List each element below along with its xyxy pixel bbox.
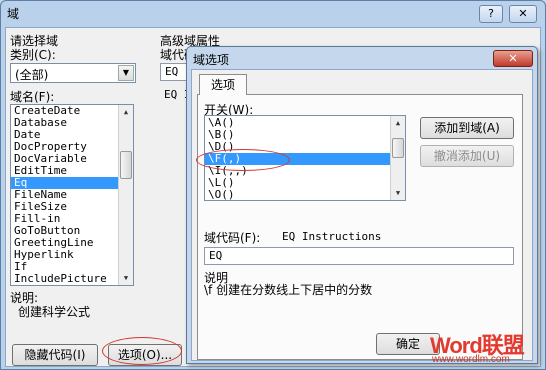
scroll-up-icon[interactable]: ▲ [391,116,405,130]
field-names-label: 域名(F): [10,90,55,104]
field-name-item[interactable]: EditTime [11,165,133,177]
options-description-text: \f 创建在分数线上下居中的分数 [204,283,373,297]
wordlm-url: www.wordlm.com [432,354,510,365]
hide-codes-button[interactable]: 隐藏代码(I) [12,344,98,366]
scroll-down-icon[interactable]: ▼ [119,271,133,285]
options-highlight-oval [102,337,182,365]
category-select[interactable]: (全部) ▼ [10,63,136,83]
field-names-items: CreateDate Database Date DocProperty DocVari… [11,105,133,285]
options-field-code-input[interactable]: EQ [204,247,514,265]
switch-item[interactable]: \A() [205,117,405,129]
scroll-thumb[interactable] [120,151,132,179]
field-list-scrollbar[interactable]: ▲ ▼ [118,105,133,285]
switch-highlight-oval [196,149,290,171]
field-names-list[interactable]: CreateDate Database Date DocProperty DocVari… [10,104,134,286]
scroll-thumb[interactable] [392,138,404,158]
category-label: 类别(C): [10,48,56,62]
chevron-down-icon[interactable]: ▼ [118,65,134,81]
switch-list-scrollbar[interactable]: ▲ ▼ [390,116,405,200]
options-tab-page: 开关(W): \A() \B() \D() \F(,) \I(,,) \L() \O() ▲… [197,94,523,360]
field-options-dialog: 域选项 ✕ 选项 开关(W): \A() \B() \D() \F(,) \I(,,) \… [186,46,538,364]
help-button[interactable]: ? [479,5,503,23]
undo-add-button[interactable]: 撤消添加(U) [420,145,514,167]
field-code-hint: EQ Instructions [282,230,382,243]
switch-item[interactable]: \L() [205,177,405,189]
field-name-item[interactable]: IncludePicture [11,273,133,285]
category-value: (全部) [15,68,49,82]
options-close-button[interactable]: ✕ [493,50,533,67]
options-dialog-title: 域选项 [193,53,230,67]
field-name-item[interactable]: Hyperlink [11,249,133,261]
switch-item[interactable]: \O() [205,189,405,201]
tab-options[interactable]: 选项 [199,74,247,95]
dialog-title: 域 [7,7,20,21]
add-to-field-button[interactable]: 添加到域(A) [420,117,514,139]
options-dialog-body: 选项 开关(W): \A() \B() \D() \F(,) \I(,,) \L() \O(… [191,69,533,361]
close-button[interactable]: ✕ [509,5,537,23]
switch-item[interactable]: \B() [205,129,405,141]
scroll-down-icon[interactable]: ▼ [391,186,405,200]
options-field-code-label: 域代码(F): [204,231,261,245]
scroll-up-icon[interactable]: ▲ [119,105,133,119]
description-text: 创建科学公式 [18,305,91,319]
